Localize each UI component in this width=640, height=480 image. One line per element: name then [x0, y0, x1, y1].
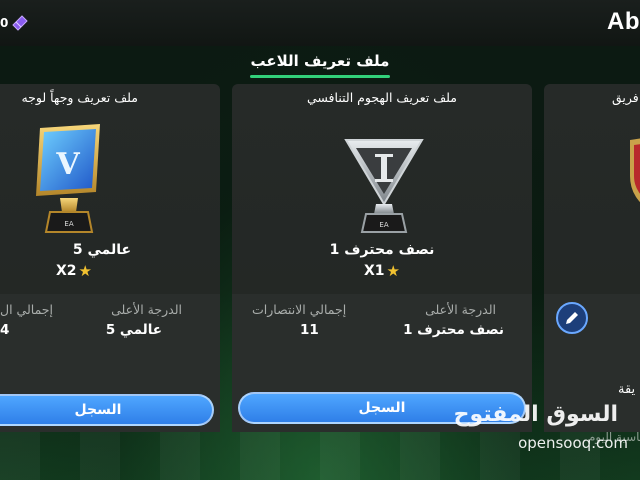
rank-multiplier: X1 ★	[232, 262, 532, 280]
gem-icon	[12, 15, 29, 31]
top-bar: 0 Ab	[0, 0, 640, 46]
currency-display[interactable]: 0	[0, 12, 34, 34]
stat-highest-rank-label: الدرجة الأعلى	[425, 302, 496, 317]
stat-total-label: إجمالي ال	[0, 302, 53, 317]
stat-total-value: 4	[0, 322, 10, 338]
page-title-bar: ملف تعريف اللاعب	[0, 50, 640, 76]
brand-label: Ab	[607, 8, 640, 35]
stat-highest-rank-value: نصف محترف 1	[403, 322, 504, 338]
title-underline	[250, 75, 390, 78]
stat-highest-rank-value: عالمي 5	[105, 322, 162, 338]
card-title: ملف تعريف الهجوم التنافسي	[306, 89, 457, 105]
stat-total-wins-value: 11	[300, 322, 319, 338]
page-title: ملف تعريف اللاعب	[250, 52, 390, 70]
card-competitive-attack[interactable]: ملف تعريف الهجوم التنافسي EA نصف محترف 1…	[232, 84, 532, 432]
star-icon: ★	[386, 262, 400, 280]
rank-name: عالمي 5	[72, 242, 132, 258]
card-head-to-head[interactable]: ملف تعريف وجهاً لوجه V EA عالمي 5 X2 ★ ا…	[0, 84, 220, 432]
star-icon: ★	[78, 262, 92, 280]
footer-fragment: أساسية اليوم	[588, 430, 640, 444]
stat-highest-rank-label: الدرجة الأعلى	[111, 302, 182, 317]
stat-total-wins-label: إجمالي الانتصارات	[252, 302, 347, 317]
edit-button[interactable]	[556, 302, 588, 334]
pencil-icon	[566, 312, 578, 324]
rank-name: نصف محترف 1	[329, 242, 435, 258]
red-gold-crest-icon	[630, 138, 640, 203]
svg-text:EA: EA	[379, 221, 388, 229]
svg-text:EA: EA	[64, 220, 73, 228]
card-team[interactable]: فريق يقة أساسية اليوم	[544, 84, 640, 444]
elite-blue-v-trophy-icon: V EA	[36, 124, 100, 233]
rank-multiplier: X2 ★	[44, 262, 104, 280]
multiplier-text: X2	[56, 263, 77, 279]
multiplier-text: X1	[364, 263, 385, 279]
card-title: ملف تعريف وجهاً لوجه	[21, 89, 138, 105]
currency-value: 0	[0, 16, 9, 30]
card-title: فريق	[612, 89, 639, 105]
pitch-stripes	[0, 430, 640, 480]
history-button[interactable]: السجل	[0, 394, 214, 426]
stat-fragment: يقة	[618, 382, 636, 397]
silver-i-trophy-icon: EA	[344, 139, 424, 233]
svg-text:V: V	[55, 147, 80, 182]
history-button[interactable]: السجل	[238, 392, 526, 424]
